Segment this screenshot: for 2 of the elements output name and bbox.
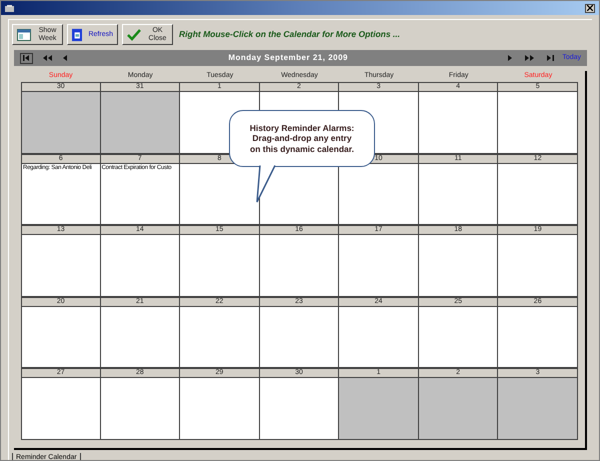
hint-text: Right Mouse-Click on the Calendar for More Options ... xyxy=(179,28,400,41)
current-date: Monday September 21, 2009 xyxy=(227,52,349,64)
